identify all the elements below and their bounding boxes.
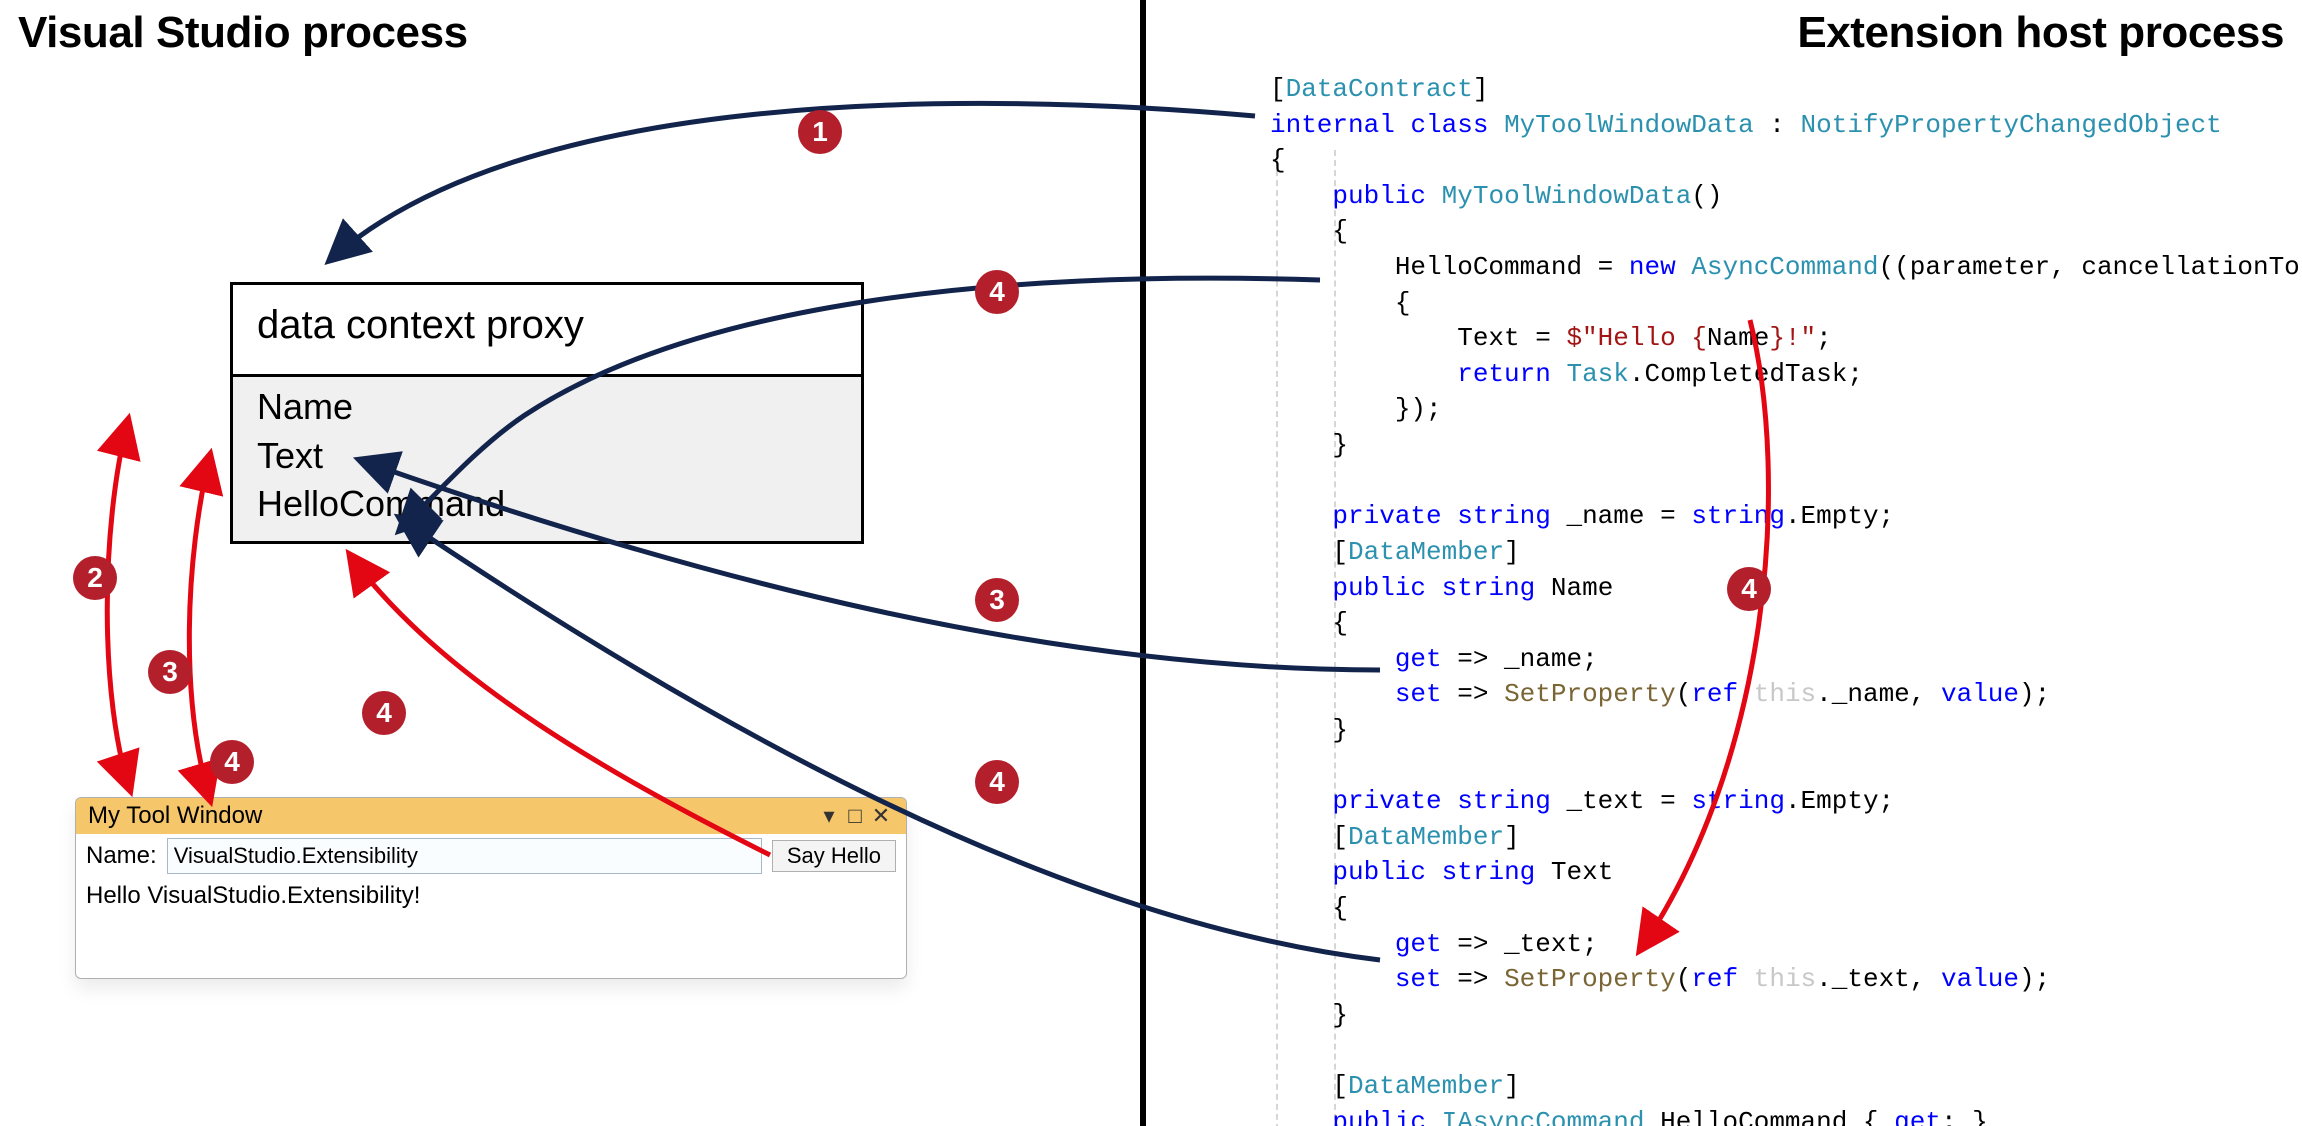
data-context-proxy-box: data context proxy Name Text HelloComman… <box>230 282 864 544</box>
process-divider <box>1140 0 1146 1126</box>
proxy-header: data context proxy <box>233 285 861 374</box>
tool-window-titlebar: My Tool Window ▾ □ ✕ <box>76 798 906 834</box>
code-block: [DataContract] internal class MyToolWind… <box>1270 72 2302 1126</box>
badge-3: 3 <box>148 650 192 694</box>
proxy-prop-hellocommand: HelloCommand <box>257 480 837 529</box>
badge-1: 1 <box>798 110 842 154</box>
badge-4: 4 <box>975 270 1019 314</box>
proxy-prop-text: Text <box>257 432 837 481</box>
name-label: Name: <box>86 842 157 870</box>
window-maximize-icon[interactable]: □ <box>842 803 868 829</box>
say-hello-button[interactable]: Say Hello <box>772 840 896 872</box>
badge-4: 4 <box>975 760 1019 804</box>
heading-right: Extension host process <box>1797 8 2284 58</box>
proxy-properties: Name Text HelloCommand <box>233 374 861 541</box>
heading-left: Visual Studio process <box>18 8 468 58</box>
badge-4: 4 <box>210 740 254 784</box>
tool-window-title-text: My Tool Window <box>88 802 262 830</box>
badge-3: 3 <box>975 578 1019 622</box>
window-dropdown-icon[interactable]: ▾ <box>816 803 842 829</box>
name-input[interactable] <box>167 838 762 874</box>
tool-window: My Tool Window ▾ □ ✕ Name: Say Hello Hel… <box>75 797 907 979</box>
proxy-prop-name: Name <box>257 383 837 432</box>
window-close-icon[interactable]: ✕ <box>868 803 894 829</box>
badge-4: 4 <box>1727 567 1771 611</box>
badge-2: 2 <box>73 556 117 600</box>
badge-4: 4 <box>362 691 406 735</box>
output-text: Hello VisualStudio.Extensibility! <box>86 882 896 910</box>
